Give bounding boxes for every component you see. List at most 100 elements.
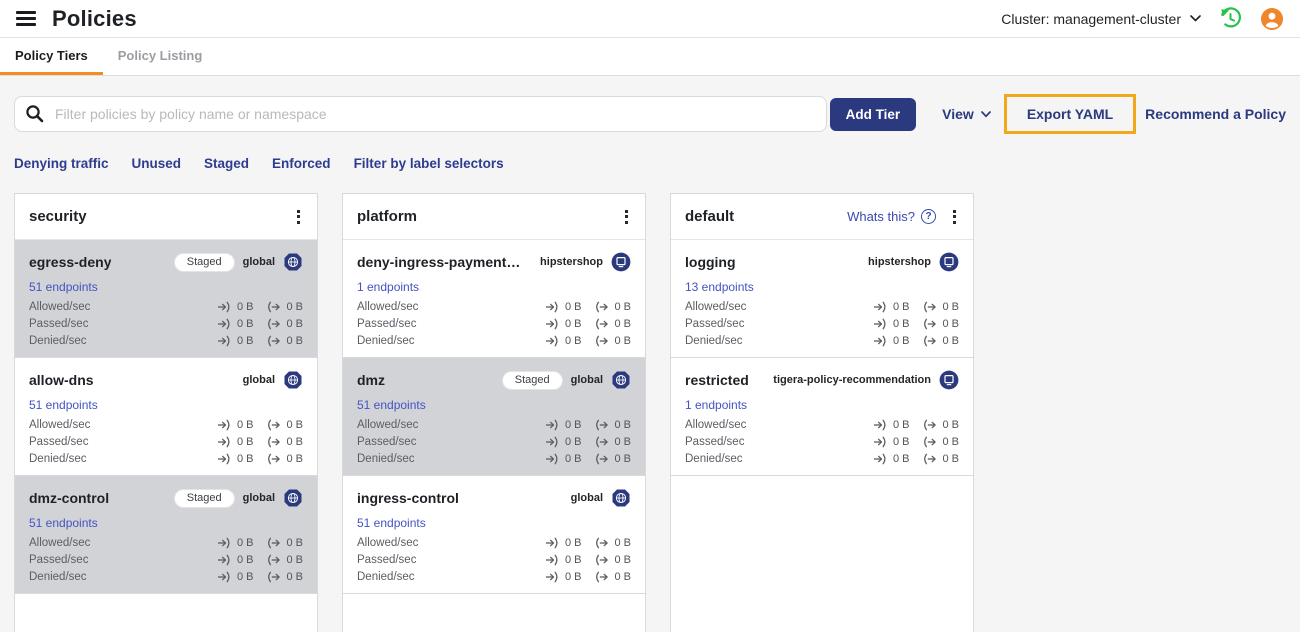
metric-label: Denied/sec — [357, 571, 415, 583]
endpoints-link[interactable]: 51 endpoints — [29, 280, 98, 294]
metric-values: 0 B 0 B — [545, 537, 631, 549]
tab-bar: Policy Tiers Policy Listing — [0, 38, 1300, 76]
egress-value: 0 B — [942, 419, 959, 431]
staged-badge: Staged — [173, 488, 235, 508]
endpoints-link[interactable]: 13 endpoints — [685, 280, 754, 294]
metric-label: Passed/sec — [357, 554, 417, 566]
egress-metric: 0 B — [266, 301, 303, 313]
ingress-value: 0 B — [564, 537, 582, 549]
history-icon[interactable] — [1219, 7, 1242, 30]
metric-row-passed-sec: Passed/sec 0 B 0 B — [29, 436, 303, 448]
ingress-metric: 0 B — [873, 453, 909, 465]
policy-scope-label: hipstershop — [868, 256, 931, 268]
add-tier-button[interactable]: Add Tier — [829, 97, 917, 131]
ingress-icon — [545, 571, 558, 583]
global-icon — [284, 489, 302, 507]
policy-title-row: restricted tigera-policy-recommendation — [685, 367, 959, 393]
tier-header: default Whats this?? — [671, 194, 973, 240]
policy-title-row: allow-dns global — [29, 367, 303, 393]
tier-kebab-icon[interactable] — [292, 207, 305, 227]
ingress-icon — [545, 335, 558, 347]
question-icon: ? — [921, 209, 936, 224]
endpoints-link[interactable]: 51 endpoints — [357, 516, 426, 530]
policy-card-logging[interactable]: logging hipstershop 13 endpoints Allowed/se… — [671, 240, 973, 358]
endpoints-link[interactable]: 51 endpoints — [29, 398, 98, 412]
ingress-metric: 0 B — [217, 554, 254, 566]
tier-header: platform — [343, 194, 645, 240]
policy-badges: tigera-policy-recommendation — [773, 370, 959, 390]
egress-value: 0 B — [286, 318, 303, 330]
tab-policy-tiers[interactable]: Policy Tiers — [0, 38, 103, 75]
namespace-icon — [939, 370, 959, 390]
metric-row-passed-sec: Passed/sec 0 B 0 B — [685, 318, 959, 330]
hamburger-menu-icon[interactable] — [16, 11, 36, 26]
metric-label: Passed/sec — [29, 436, 89, 448]
metric-row-allowed-sec: Allowed/sec 0 B 0 B — [357, 301, 631, 313]
policy-card-dmz[interactable]: dmz Staged global 51 endpoints Allowed/sec 0 … — [343, 358, 645, 476]
ingress-value: 0 B — [892, 335, 910, 347]
metric-label: Passed/sec — [357, 436, 417, 448]
endpoints-link[interactable]: 51 endpoints — [357, 398, 426, 412]
egress-metric: 0 B — [594, 301, 631, 313]
endpoints-link[interactable]: 1 endpoints — [685, 398, 747, 412]
cluster-selector[interactable]: Cluster: management-cluster — [1001, 11, 1201, 27]
ingress-value: 0 B — [236, 571, 254, 583]
egress-metric: 0 B — [594, 554, 631, 566]
metric-row-allowed-sec: Allowed/sec 0 B 0 B — [685, 301, 959, 313]
whats-this-link[interactable]: Whats this?? — [847, 209, 936, 224]
ingress-value: 0 B — [236, 554, 254, 566]
endpoints-link[interactable]: 51 endpoints — [29, 516, 98, 530]
tier-header-actions: Whats this?? — [847, 207, 961, 227]
view-dropdown[interactable]: View — [942, 106, 991, 122]
avatar-icon[interactable] — [1260, 7, 1284, 31]
policy-card-ingress-control[interactable]: ingress-control global 51 endpoints Allowed… — [343, 476, 645, 594]
quick-filter-denying-traffic[interactable]: Denying traffic — [14, 156, 109, 171]
egress-value: 0 B — [942, 318, 959, 330]
egress-icon — [924, 419, 937, 431]
policy-card-deny-ingress-paymentservi[interactable]: deny-ingress-paymentservi… hipstershop 1 e… — [343, 240, 645, 358]
metric-row-allowed-sec: Allowed/sec 0 B 0 B — [29, 537, 303, 549]
egress-metric: 0 B — [594, 335, 631, 347]
egress-value: 0 B — [286, 453, 303, 465]
quick-filter-enforced[interactable]: Enforced — [272, 156, 331, 171]
egress-metric: 0 B — [266, 453, 303, 465]
recommend-policy-button[interactable]: Recommend a Policy — [1145, 106, 1286, 122]
ingress-icon — [873, 419, 886, 431]
tier-kebab-icon[interactable] — [948, 207, 961, 227]
export-yaml-button[interactable]: Export YAML — [1027, 106, 1113, 122]
metric-row-denied-sec: Denied/sec 0 B 0 B — [29, 335, 303, 347]
ingress-metric: 0 B — [545, 571, 581, 583]
egress-metric: 0 B — [266, 419, 303, 431]
endpoints-link[interactable]: 1 endpoints — [357, 280, 419, 294]
policy-name: logging — [685, 254, 736, 270]
tier-name: security — [29, 208, 87, 225]
egress-value: 0 B — [942, 335, 959, 347]
search-icon — [26, 105, 44, 123]
policy-card-allow-dns[interactable]: allow-dns global 51 endpoints Allowed/sec 0 … — [15, 358, 317, 476]
ingress-icon — [873, 436, 886, 448]
quick-filter-unused[interactable]: Unused — [132, 156, 182, 171]
tier-kebab-icon[interactable] — [620, 207, 633, 227]
metric-label: Allowed/sec — [357, 419, 419, 431]
quick-filter-filter-by-label-selectors[interactable]: Filter by label selectors — [354, 156, 504, 171]
metric-row-allowed-sec: Allowed/sec 0 B 0 B — [685, 419, 959, 431]
quick-filter-staged[interactable]: Staged — [204, 156, 249, 171]
egress-icon — [596, 318, 609, 330]
search-input[interactable] — [14, 96, 827, 132]
policy-card-restricted[interactable]: restricted tigera-policy-recommendation 1 … — [671, 358, 973, 476]
ingress-icon — [217, 419, 230, 431]
quick-filters: Denying traffic Unused Staged Enforced Filte… — [14, 156, 1286, 171]
egress-icon — [268, 453, 281, 465]
policy-badges: hipstershop — [540, 252, 631, 272]
metric-row-passed-sec: Passed/sec 0 B 0 B — [29, 554, 303, 566]
egress-icon — [924, 335, 937, 347]
tab-policy-listing[interactable]: Policy Listing — [103, 38, 218, 75]
policy-card-egress-deny[interactable]: egress-deny Staged global 51 endpoints Allow… — [15, 240, 317, 358]
metric-label: Allowed/sec — [357, 537, 419, 549]
egress-value: 0 B — [942, 301, 959, 313]
metric-values: 0 B 0 B — [545, 419, 631, 431]
egress-value: 0 B — [614, 301, 631, 313]
metric-row-denied-sec: Denied/sec 0 B 0 B — [357, 335, 631, 347]
ingress-icon — [217, 335, 230, 347]
policy-card-dmz-control[interactable]: dmz-control Staged global 51 endpoints Allow… — [15, 476, 317, 594]
